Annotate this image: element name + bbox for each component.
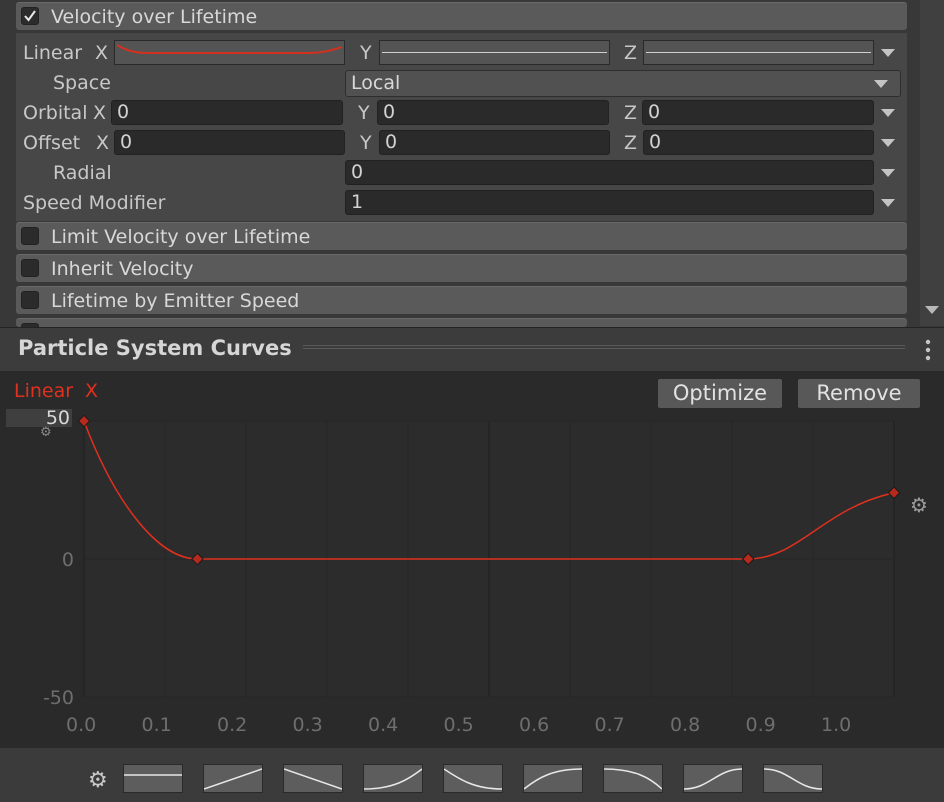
linear-x-curve-field[interactable] — [114, 40, 345, 65]
x-tick-label: 0.3 — [293, 714, 323, 736]
linear-x-axis-label: X — [95, 42, 109, 64]
chevron-down-icon — [874, 80, 888, 88]
gear-icon[interactable]: ⚙ — [910, 493, 928, 517]
curve-name-label: Linear — [14, 380, 74, 402]
limit-velocity-checkbox[interactable] — [21, 227, 39, 245]
linear-y-curve-field[interactable] — [379, 40, 610, 65]
orbital-y-axis-label: Y — [358, 102, 370, 124]
next-module-header-partial[interactable] — [16, 318, 907, 327]
linear-y-axis-label: Y — [360, 42, 372, 64]
inherit-velocity-title: Inherit Velocity — [51, 258, 194, 280]
linear-z-curve-preview — [646, 52, 871, 53]
space-dropdown[interactable]: Local — [345, 70, 901, 97]
x-tick-label: 0.4 — [368, 714, 398, 736]
preset-ease-out-up-icon — [523, 768, 583, 790]
speed-modifier-mode-dropdown-icon[interactable] — [881, 199, 895, 207]
scale-icon[interactable]: ⚙ — [40, 425, 52, 440]
preset-ease-out-up[interactable] — [523, 764, 583, 793]
preset-linear-up-icon — [203, 768, 263, 790]
x-tick-label: 1.0 — [821, 714, 851, 736]
preset-ease-in-icon — [363, 768, 423, 790]
preset-ease-in-down[interactable] — [603, 764, 663, 793]
orbital-label: Orbital — [23, 102, 88, 124]
curve-axis-label: X — [85, 380, 99, 402]
linear-label: Linear — [23, 42, 83, 64]
linear-mode-dropdown-icon[interactable] — [881, 49, 895, 57]
module-title: Velocity over Lifetime — [51, 6, 258, 28]
preset-constant-icon — [124, 774, 182, 776]
offset-y-field[interactable]: 0 — [379, 130, 610, 155]
drag-handle[interactable] — [303, 345, 905, 349]
lifetime-by-emitter-speed-title: Lifetime by Emitter Speed — [51, 290, 300, 312]
linear-z-axis-label: Z — [624, 42, 638, 64]
preset-ease-in[interactable] — [363, 764, 423, 793]
x-tick-label: 0.9 — [746, 714, 776, 736]
particle-system-curves-header: Particle System Curves — [0, 327, 944, 372]
speed-modifier-field[interactable]: 1 — [345, 190, 874, 215]
limit-velocity-module-header[interactable]: Limit Velocity over Lifetime — [16, 222, 907, 250]
max-value-field[interactable]: 50 — [5, 408, 73, 428]
presets-gear-icon[interactable]: ⚙ — [88, 768, 108, 793]
x-tick-label: 0.5 — [444, 714, 474, 736]
preset-ease-in-out-down-icon — [763, 768, 823, 790]
more-options-icon[interactable] — [924, 338, 932, 362]
curve-editor[interactable]: 0.0 0.1 0.2 0.3 0.4 0.5 0.6 0.7 0.8 0.9 1.0 0 -50 Li… — [0, 371, 944, 748]
optimize-button[interactable]: Optimize — [657, 378, 783, 409]
lifetime-by-emitter-speed-module-header[interactable]: Lifetime by Emitter Speed — [16, 286, 907, 314]
preset-linear-up[interactable] — [203, 764, 263, 793]
offset-x-field[interactable]: 0 — [114, 130, 345, 155]
curve-graph[interactable]: 0.0 0.1 0.2 0.3 0.4 0.5 0.6 0.7 0.8 0.9 1.0 0 -50 — [0, 371, 944, 748]
x-tick-label: 0.7 — [595, 714, 625, 736]
preset-ease-out-down[interactable] — [443, 764, 503, 793]
orbital-x-field[interactable]: 0 — [111, 100, 343, 125]
x-tick-label: 0.0 — [66, 714, 96, 736]
space-label: Space — [53, 72, 111, 94]
orbital-y-field[interactable]: 0 — [377, 100, 609, 125]
orbital-mode-dropdown-icon[interactable] — [881, 109, 895, 117]
linear-y-curve-preview — [382, 52, 607, 53]
offset-label: Offset — [23, 132, 81, 154]
velocity-over-lifetime-header[interactable]: Velocity over Lifetime — [16, 2, 907, 30]
radial-field[interactable]: 0 — [345, 160, 874, 185]
preset-ease-in-out-up-icon — [683, 768, 743, 790]
x-tick-label: 0.1 — [142, 714, 172, 736]
x-tick-label: 0.8 — [670, 714, 700, 736]
orbital-z-axis-label: Z — [624, 102, 638, 124]
y-tick-label: 0 — [62, 549, 74, 571]
velocity-over-lifetime-checkbox[interactable] — [21, 7, 39, 25]
preset-ease-out-down-icon — [443, 768, 503, 790]
offset-mode-dropdown-icon[interactable] — [881, 139, 895, 147]
speed-modifier-label: Speed Modifier — [23, 192, 166, 214]
remove-button[interactable]: Remove — [797, 378, 921, 409]
space-value: Local — [351, 72, 401, 94]
inherit-velocity-module-header[interactable]: Inherit Velocity — [16, 254, 907, 282]
limit-velocity-title: Limit Velocity over Lifetime — [51, 226, 311, 248]
curve-presets-bar: ⚙ — [0, 748, 944, 802]
preset-linear-down[interactable] — [283, 764, 343, 793]
linear-z-curve-field[interactable] — [643, 40, 874, 65]
offset-x-axis-label: X — [96, 132, 110, 154]
scroll-down-icon[interactable] — [925, 306, 939, 314]
linear-x-curve-preview — [116, 44, 343, 54]
offset-y-axis-label: Y — [360, 132, 372, 154]
radial-label: Radial — [53, 162, 112, 184]
offset-z-field[interactable]: 0 — [643, 130, 874, 155]
checkmark-icon — [24, 10, 36, 22]
radial-mode-dropdown-icon[interactable] — [881, 169, 895, 177]
orbital-x-axis-label: X — [93, 102, 107, 124]
preset-linear-down-icon — [283, 768, 343, 790]
orbital-z-field[interactable]: 0 — [642, 100, 874, 125]
y-tick-label: -50 — [43, 687, 74, 709]
inspector-scrollbar[interactable] — [920, 0, 944, 326]
x-tick-label: 0.6 — [519, 714, 549, 736]
lifetime-by-emitter-speed-checkbox[interactable] — [21, 291, 39, 309]
x-tick-label: 0.2 — [217, 714, 247, 736]
inherit-velocity-checkbox[interactable] — [21, 259, 39, 277]
preset-constant[interactable] — [123, 764, 183, 793]
offset-z-axis-label: Z — [624, 132, 638, 154]
curves-window-title: Particle System Curves — [18, 336, 292, 360]
preset-ease-in-down-icon — [603, 768, 663, 790]
preset-ease-in-out-up[interactable] — [683, 764, 743, 793]
preset-ease-in-out-down[interactable] — [763, 764, 823, 793]
